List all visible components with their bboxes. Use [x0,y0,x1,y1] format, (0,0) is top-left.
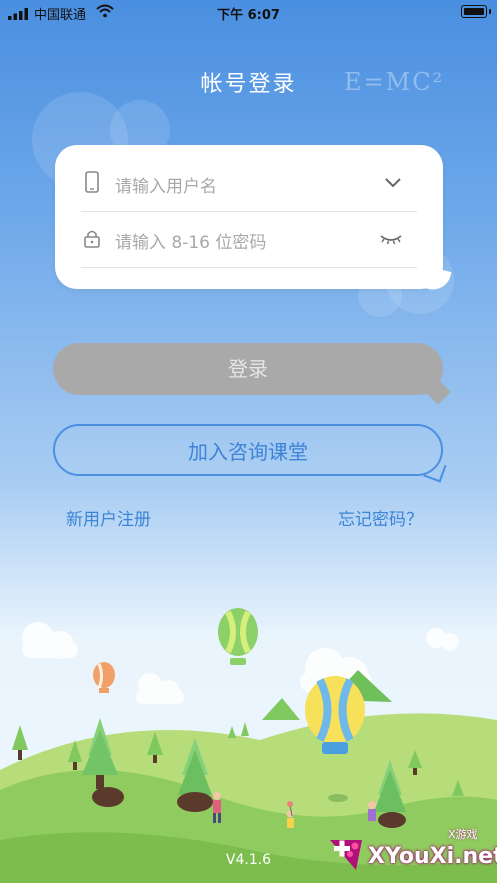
chevron-down-icon[interactable] [383,173,403,191]
forgot-password-link[interactable]: 忘记密码？ [338,505,423,530]
eye-closed-icon[interactable] [379,229,403,247]
phone-icon [85,171,99,193]
status-time: 下午 6:07 [217,8,280,23]
register-link[interactable]: 新用户注册 [66,505,151,530]
username-field[interactable]: 请输入用户名 [81,155,417,212]
username-placeholder: 请输入用户名 [115,177,217,197]
join-button-label: 加入咨询课堂 [188,440,308,464]
watermark-small-text: X游戏 [448,828,478,841]
login-form-card: 请输入用户名 请输入 8-16 位密码 [55,145,443,289]
gamepad-logo-icon [330,840,362,870]
lock-icon [84,230,100,248]
password-placeholder: 请输入 8-16 位密码 [115,233,267,253]
emc-decoration: E=MC² [344,68,445,96]
join-consult-class-button[interactable]: 加入咨询课堂 [53,424,447,483]
login-button-label: 登录 [228,357,268,381]
login-button[interactable]: 登录 [53,343,451,405]
battery-icon [461,5,491,18]
site-watermark: X游戏 XYouXi.net [324,826,497,878]
password-field[interactable]: 请输入 8-16 位密码 [81,211,417,268]
watermark-text: XYouXi.net [368,844,497,869]
status-bar: 中国联通 下午 6:07 [0,0,497,26]
